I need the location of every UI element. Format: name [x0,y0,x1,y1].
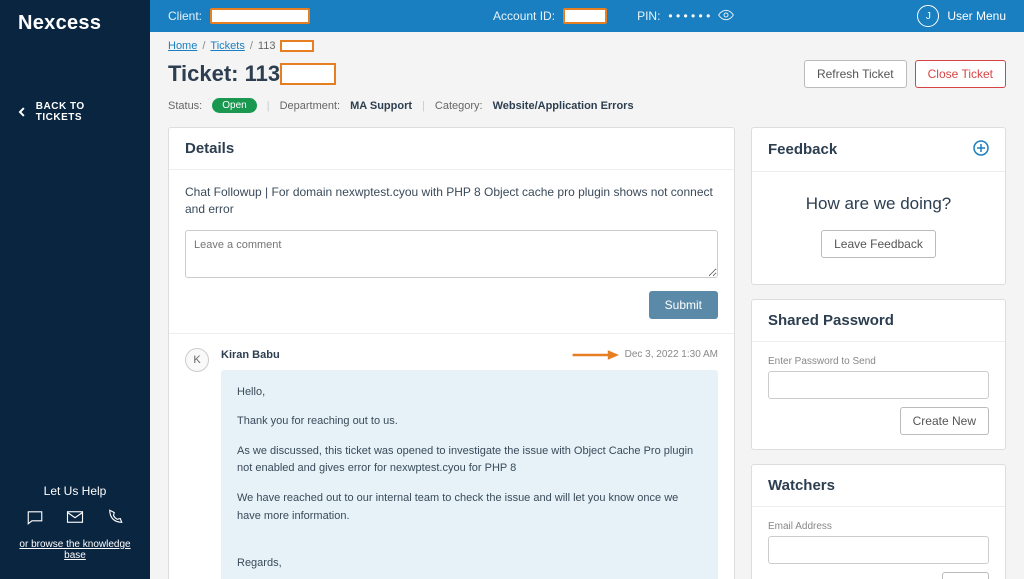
reply-author: Kiran Babu [221,349,280,361]
back-label: BACK TO TICKETS [36,101,132,123]
reply-date: Dec 3, 2022 1:30 AM [625,349,718,360]
breadcrumb-current: 113 [258,40,276,52]
help-title: Let Us Help [18,484,132,498]
phone-icon[interactable] [106,508,124,529]
back-to-tickets-link[interactable]: BACK TO TICKETS [0,87,150,137]
comment-input[interactable] [185,230,718,278]
client-label: Client: [168,9,202,23]
topbar: Client: Account ID: PIN: • • • • • • J U… [150,0,1024,32]
password-input[interactable] [768,371,989,399]
account-id-label: Account ID: [493,9,555,23]
feedback-question: How are we doing? [768,194,989,214]
category-label: Category: [435,100,483,112]
department-label: Department: [280,100,341,112]
breadcrumb-home[interactable]: Home [168,40,197,52]
watcher-email-label: Email Address [768,521,989,532]
breadcrumb: Home / Tickets / 113 [168,40,1006,52]
arrow-callout-icon [571,348,619,362]
user-menu-label: User Menu [947,9,1006,23]
account-id-redacted [563,8,607,24]
category-value: Website/Application Errors [493,100,634,112]
pin-label: PIN: [637,9,660,23]
page-title: Ticket: 113 [168,61,336,87]
ticket-id-redacted [280,63,336,85]
reveal-pin-icon[interactable] [718,9,734,24]
refresh-ticket-button[interactable]: Refresh Ticket [804,60,907,88]
brand-logo: Nexcess [0,0,150,47]
details-card: Details Chat Followup | For domain nexwp… [168,127,735,579]
author-avatar: K [185,348,209,372]
department-value: MA Support [350,100,412,112]
status-badge: Open [212,98,256,113]
reply-message: Hello, Thank you for reaching out to us.… [221,370,718,579]
chat-icon[interactable] [26,508,44,529]
knowledge-base-link[interactable]: or browse the knowledge base [18,539,132,561]
plus-icon[interactable] [973,140,989,159]
ticket-summary: Chat Followup | For domain nexwptest.cyo… [185,184,718,218]
user-avatar-icon: J [917,5,939,27]
watchers-card: Watchers Email Address Add [751,464,1006,579]
client-value-redacted [210,8,310,24]
create-new-password-button[interactable]: Create New [900,407,989,435]
help-section: Let Us Help or browse the knowledge base [0,470,150,579]
add-watcher-button[interactable]: Add [942,572,989,579]
leave-feedback-button[interactable]: Leave Feedback [821,230,936,258]
shared-password-card: Shared Password Enter Password to Send C… [751,299,1006,450]
breadcrumb-current-redacted [280,40,314,52]
status-label: Status: [168,100,202,112]
email-icon[interactable] [66,508,84,529]
watcher-email-input[interactable] [768,536,989,564]
pin-value: • • • • • • [668,9,710,23]
feedback-card: Feedback How are we doing? Leave Feedbac… [751,127,1006,285]
ticket-reply: K Kiran Babu Dec 3, 2022 1:30 AM [169,333,734,579]
watchers-heading: Watchers [768,477,835,494]
sidebar: Nexcess BACK TO TICKETS Let Us Help or b… [0,0,150,579]
ticket-meta: Status: Open | Department: MA Support | … [168,98,1006,113]
close-ticket-button[interactable]: Close Ticket [915,60,1006,88]
user-menu[interactable]: J User Menu [917,5,1006,27]
feedback-heading: Feedback [768,141,837,158]
chevron-left-icon [18,107,28,117]
shared-password-heading: Shared Password [768,312,894,329]
breadcrumb-tickets[interactable]: Tickets [210,40,244,52]
password-label: Enter Password to Send [768,356,989,367]
details-heading: Details [185,140,234,157]
submit-button[interactable]: Submit [649,291,718,319]
